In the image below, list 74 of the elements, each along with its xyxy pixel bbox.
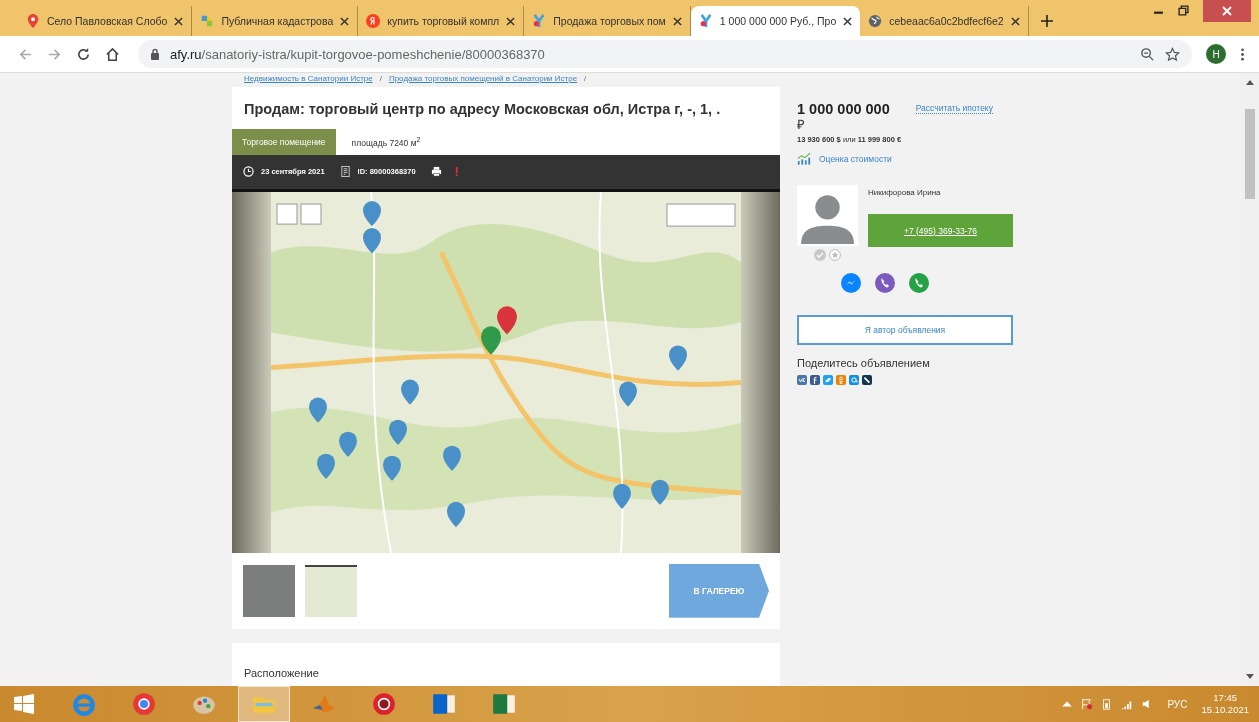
close-icon[interactable] [1010,16,1020,26]
clock-icon [243,166,254,178]
author-button[interactable]: Я автор объявления [797,315,1013,345]
address-bar[interactable]: afy.ru/sanatoriy-istra/kupit-torgovoe-pomeshchenie/80000368370 [138,40,1192,68]
zoom-out-icon[interactable] [1140,46,1155,62]
location-heading: Расположение [244,666,319,679]
document-icon [339,166,351,178]
map-pin-icon [26,14,40,28]
signal-icon[interactable] [1121,698,1134,710]
scroll-up-icon[interactable] [1246,79,1254,85]
tab-title: cebeaac6a0c2bdfecf6e2 [889,15,1004,27]
gallery-button[interactable]: В ГАЛЕРЕЮ [669,563,769,618]
close-icon[interactable] [672,16,682,26]
clock-time[interactable]: 17:45 [1213,692,1238,704]
avatar-silhouette [797,185,858,246]
round-letter-icon [366,14,381,28]
chart-icon [797,152,811,165]
map-thumbnail[interactable] [305,564,357,617]
price-amount: 1 000 000 000 [797,101,890,117]
globe-icon [868,14,883,28]
breadcrumb-link[interactable]: Недвижимость в Санатории Истре [244,74,373,83]
more-menu-icon[interactable] [1240,46,1245,62]
share-icon[interactable] [810,375,820,385]
clock-date[interactable]: 15.10.2021 [1201,704,1249,716]
scroll-down-icon[interactable] [1246,674,1254,680]
phone-bubble-icon[interactable] [875,273,895,293]
restore-icon[interactable] [1178,5,1189,16]
close-icon [1222,6,1232,16]
breadcrumb-separator: / [584,74,587,83]
new-tab-icon[interactable] [1040,15,1053,27]
reload-icon[interactable] [76,46,91,62]
browser-tab[interactable]: 1 000 000 000 Руб., Про [690,6,861,36]
close-icon[interactable] [174,16,184,26]
phone-bubble-icon[interactable] [909,273,929,293]
letter-e-icon [71,691,97,717]
scroll-thumb[interactable] [1245,109,1255,199]
tab-title: купить торговый компл [387,15,500,27]
listing-title: Продам: торговый центр по адресу Московская обл, Истра г, -, 1, . [244,99,721,119]
colored-y-icon [532,14,547,28]
tab-title: Публичная кадастрова [221,15,334,27]
tab-title: Продажа торговых пом [553,15,666,27]
report-link[interactable]: ! [454,164,459,180]
flag-icon[interactable] [1081,698,1094,710]
parcel-icon [200,14,215,28]
windows-logo-icon[interactable] [14,694,34,714]
agent-name: Никифорова Ирина [868,188,942,197]
close-window-button[interactable] [1203,0,1251,22]
lock-icon [150,48,160,60]
tab-title: Село Павловская Слобо [47,15,168,27]
breadcrumb-separator: / [379,74,382,83]
print-icon[interactable] [430,166,442,178]
phone-button[interactable]: +7 (495) 369-33-76 [868,214,1013,247]
photo-thumbnail[interactable] [243,564,295,617]
valuation-link[interactable]: Оценка стоимости [819,153,892,164]
mortgage-link[interactable]: Рассчитать ипотеку [915,103,993,114]
share-heading: Поделитесь объявлением [797,357,931,369]
tab-title: 1 000 000 000 Руб., Про [719,15,837,27]
star-icon[interactable] [1165,46,1180,62]
colored-y-icon [698,14,713,28]
star-icon [829,249,841,261]
category-tag: Торговое помещение [232,128,336,155]
close-icon[interactable] [340,16,350,26]
breadcrumb-link[interactable]: Продажа торговых помещений в Санатории Истре [388,74,578,83]
close-icon[interactable] [843,16,853,26]
share-icon[interactable] [862,375,872,385]
profile-avatar[interactable]: Н [1206,44,1226,64]
home-icon[interactable] [105,46,120,62]
close-icon[interactable] [506,16,516,26]
area-text: площадь 7240 м$^{2}$ [350,135,421,148]
currency-sign: ₽ [797,117,806,132]
ring-icon [371,691,397,717]
chat-bubble-icon[interactable] [841,273,861,293]
ring-icon [131,691,157,717]
language-indicator[interactable]: РУС [1167,698,1188,710]
